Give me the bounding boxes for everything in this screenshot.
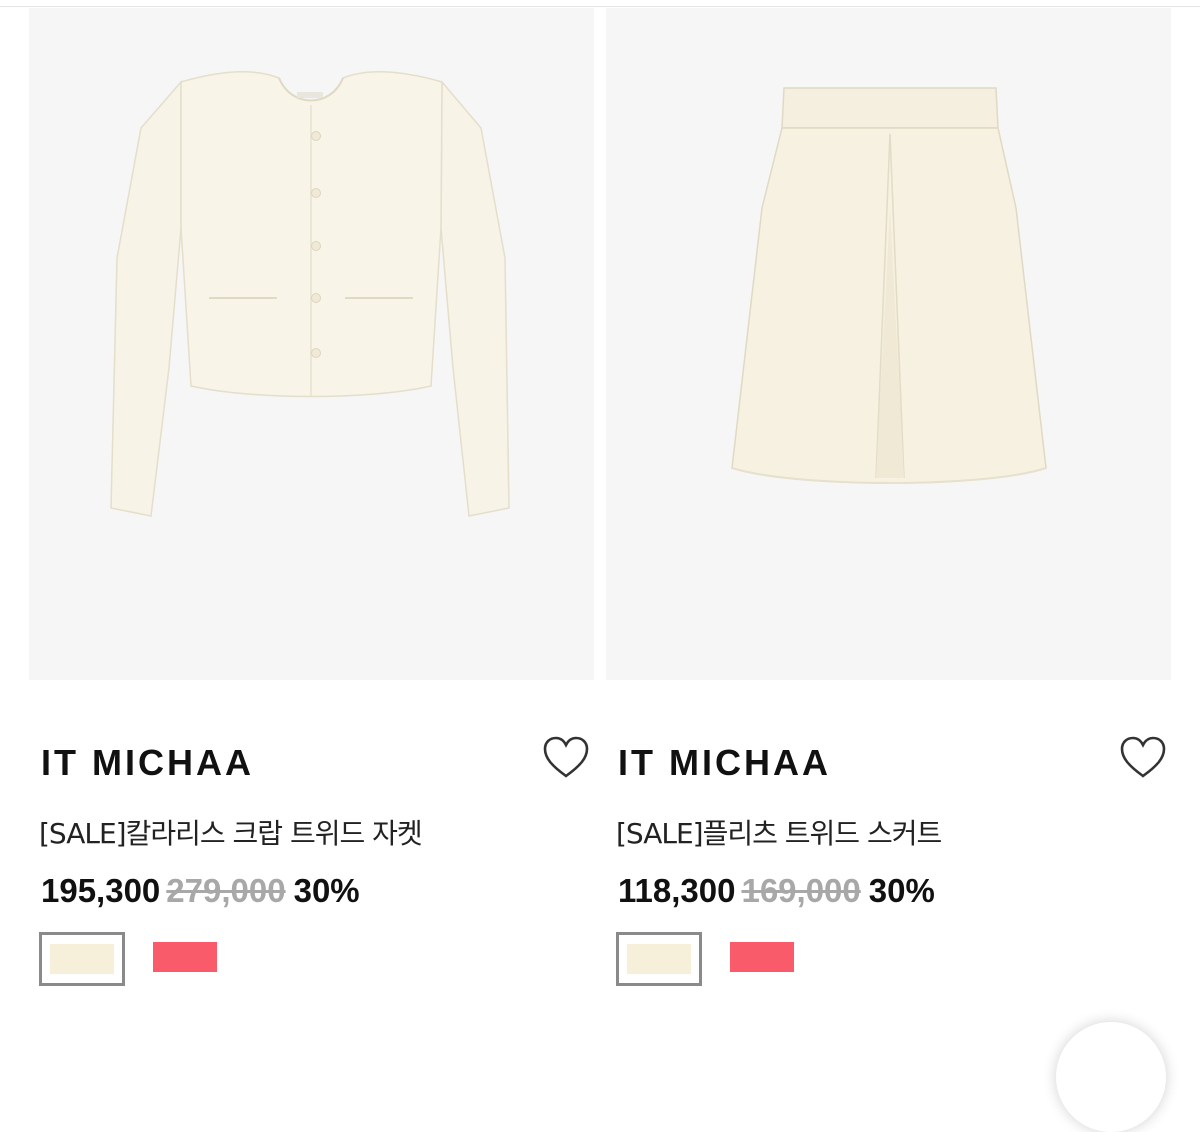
swatch-chip (50, 944, 114, 974)
brand-name: IT MICHAA (41, 742, 254, 783)
original-price: 279,000 (166, 872, 286, 909)
top-divider (0, 6, 1200, 7)
sale-price: 118,300 (618, 872, 736, 909)
wishlist-heart-icon[interactable] (542, 736, 590, 780)
skirt-illustration (731, 87, 1047, 484)
product-card[interactable]: IT MICHAA [SALE]칼라리스 크랍 트위드 자켓 195,300 27… (29, 8, 594, 986)
color-swatch[interactable] (730, 942, 794, 972)
product-card[interactable]: IT MICHAA [SALE]플리츠 트위드 스커트 118,300 169,0… (606, 8, 1171, 986)
discount-rate: 30% (868, 872, 935, 909)
floating-action-button[interactable] (1056, 1022, 1166, 1132)
jacket-illustration (110, 70, 510, 517)
product-name[interactable]: [SALE]칼라리스 크랍 트위드 자켓 (39, 812, 423, 852)
price-row: 118,300 169,000 30% (618, 872, 935, 910)
price-row: 195,300 279,000 30% (41, 872, 360, 910)
wishlist-heart-icon[interactable] (1119, 736, 1167, 780)
discount-rate: 30% (293, 872, 360, 909)
product-name[interactable]: [SALE]플리츠 트위드 스커트 (616, 812, 942, 852)
color-swatch-selected[interactable] (39, 932, 125, 986)
swatch-chip (627, 944, 691, 974)
color-swatch[interactable] (153, 942, 217, 972)
brand-name: IT MICHAA (618, 742, 831, 783)
sale-price: 195,300 (41, 872, 161, 909)
product-image[interactable] (606, 8, 1171, 680)
color-swatch-selected[interactable] (616, 932, 702, 986)
product-image[interactable] (29, 8, 594, 680)
original-price: 169,000 (741, 872, 861, 909)
